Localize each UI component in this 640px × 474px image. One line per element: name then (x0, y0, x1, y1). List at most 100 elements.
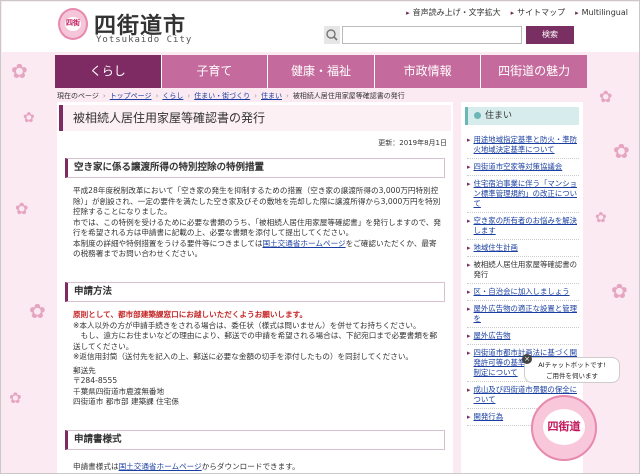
sakura-decoration-icon: ✿ (23, 110, 35, 126)
breadcrumb-separator: › (286, 92, 289, 100)
section-paragraph: 平成28年度税制改革において「空き家の発生を抑制するための措置（空き家の譲渡所得… (73, 186, 443, 260)
sidebar-item[interactable]: ▸ 屋外広告物の適正な設置と管理を (467, 301, 579, 328)
page-title-text: 被相続人居住用家屋等確認書の発行 (73, 111, 266, 125)
breadcrumb-separator: › (187, 92, 191, 100)
main-content: 被相続人居住用家屋等確認書の発行 更新：2019年8月1日 空き家に係る譲渡所得… (57, 102, 453, 473)
sidebar-item[interactable]: ▸ 屋外広告物 (467, 328, 579, 345)
paragraph-text: ※本人以外の方が申請手続きをされる場合は、委任状（様式は問いません）を併せてお持… (73, 320, 421, 330)
page-title: 被相続人居住用家屋等確認書の発行 (59, 105, 451, 131)
search-button[interactable]: 検索 (526, 26, 574, 44)
chevron-right-icon: ▸ (467, 305, 471, 313)
breadcrumb-current: 被相続人居住用家屋等確認書の発行 (292, 92, 405, 100)
sidebar-item[interactable]: ▸ 住宅宿泊事業に伴う「マンション標準管理規約」の改正について (467, 176, 579, 213)
nav-item-health[interactable]: 健康・福祉 (268, 55, 375, 88)
site-header: 四街 四街道市 Yotsukaido City ▸ 音声読み上げ・文字拡大 ▸ サイ… (2, 2, 639, 52)
sakura-decoration-icon: ✿ (11, 59, 28, 83)
search-icon (324, 26, 340, 44)
search-input[interactable] (342, 26, 522, 44)
site-subtitle: Yotsukaido City (96, 35, 193, 45)
paragraph-text: ※返信用封筒（送付先を記入の上、郵送に必要な金額の切手を添付したもの）を同封して… (73, 352, 414, 361)
breadcrumb-link[interactable]: トップページ (110, 91, 152, 101)
chevron-right-icon: ▸ (467, 244, 471, 252)
paragraph-text: 申請書様式は (73, 462, 119, 471)
breadcrumb-link[interactable]: 住まい・街づくり (194, 91, 250, 101)
mascot-text: 四街道 (543, 409, 585, 445)
utility-links: ▸ 音声読み上げ・文字拡大 ▸ サイトマップ ▸ Multilingual (406, 7, 628, 18)
chevron-right-icon: ▸ (467, 386, 471, 394)
sidebar-heading-text: 住まい (485, 111, 513, 121)
address-label: 郵送先 (73, 365, 96, 375)
sakura-decoration-icon: ✿ (613, 139, 630, 163)
breadcrumb: 現在のページ › トップページ › くらし › 住まい・街づくり › 住まい ›… (57, 90, 587, 102)
sakura-decoration-icon: ✿ (611, 279, 628, 303)
paragraph-text: 本制度の詳細や特例措置をうける要件等につきましては (73, 238, 263, 248)
sakura-decoration-icon: ✿ (595, 210, 607, 226)
close-icon[interactable]: × (522, 354, 532, 364)
sidebar-item-label: 地域住生計画 (473, 243, 518, 252)
updated-date: 更新：2019年8月1日 (378, 139, 447, 147)
chevron-right-icon: ▸ (467, 180, 471, 188)
chevron-right-icon: ▸ (467, 413, 471, 421)
nav-item-kosodate[interactable]: 子育て (161, 55, 269, 88)
breadcrumb-link[interactable]: くらし (162, 91, 183, 101)
chevron-right-icon: ▸ (467, 217, 471, 225)
paragraph-text: 申請書様式は国土交通省ホームページからダウンロードできます。 (73, 462, 443, 473)
sakura-decoration-icon: ✿ (29, 299, 46, 323)
sidebar-item-label: 屋外広告物の適正な設置と管理を (473, 304, 577, 323)
sakura-decoration-icon: ✿ (15, 199, 29, 218)
page-frame: ✿ ✿ ✿ ✿ ✿ ✿ ✿ ✿ ✿ 四街 四街道市 Yotsukaido Cit… (0, 0, 640, 474)
address-zip: 〒284-8555 (73, 376, 118, 385)
logo-mark-text: 四街 (66, 19, 80, 27)
section-heading-text: 申請書様式 (74, 434, 122, 445)
chatbot-mascot-icon[interactable]: 四街道 (531, 395, 597, 461)
city-logo-icon[interactable]: 四街 (58, 8, 88, 40)
sidebar-item-label: 住宅宿泊事業に伴う「マンション標準管理規約」の改正について (473, 179, 577, 208)
nav-item-kurashi[interactable]: くらし (55, 55, 162, 88)
sidebar-item-label: 区・自治会に加入しましょう (473, 287, 570, 296)
sidebar-item[interactable]: ▸ 区・自治会に加入しましょう (467, 284, 579, 301)
sidebar-item[interactable]: ▸ 空き家の所有者のお悩みを解決します (467, 213, 579, 240)
paragraph-text: 市では、この特例を受けるために必要な書類のうち、「被相続人居住用家屋等確認書」を… (73, 217, 441, 238)
sidebar-item-label: 用途地域指定基準と防火・準防火地域決定基準について (473, 135, 577, 154)
mlit-homepage-link[interactable]: 国土交通省ホームページ (262, 239, 345, 248)
sidebar-item-label: 被相続人居住用家屋等確認書の発行 (473, 260, 577, 279)
sidebar-item[interactable]: ▸ 地域住生計画 (467, 240, 579, 257)
paragraph-text: からダウンロードできます。 (201, 462, 300, 471)
section-paragraph: 申請書様式は国土交通省ホームページからダウンロードできます。 (73, 462, 443, 473)
chatbot-bubble-line: AIチャットボットです! (538, 361, 606, 369)
chevron-right-icon: ▸ (467, 261, 471, 269)
paragraph-text: 本制度の詳細や特例措置をうける要件等につきましては国土交通省ホームページをご確認… (73, 239, 443, 260)
global-nav: くらし 子育て 健康・福祉 市政情報 四街道の魅力 (55, 55, 587, 88)
chevron-right-icon: ▸ (467, 349, 471, 357)
toplink-speech[interactable]: ▸ 音声読み上げ・文字拡大 (406, 7, 501, 18)
toplink-label: Multilingual (581, 8, 628, 17)
paragraph-text: 平成28年度税制改革において「空き家の発生を抑制するための措置（空き家の譲渡所得… (73, 186, 441, 216)
breadcrumb-separator: › (155, 92, 159, 100)
nav-item-attraction[interactable]: 四街道の魅力 (481, 55, 587, 88)
sidebar-item-label: 開発行為 (473, 412, 504, 421)
breadcrumb-current-label: 現在のページ (57, 92, 99, 100)
toplink-label: サイトマップ (517, 8, 566, 17)
section-heading: 空き家に係る譲渡所得の特別控除の特例措置 (65, 158, 445, 178)
section-heading-text: 申請方法 (74, 286, 113, 297)
sidebar-heading: 住まい (465, 107, 579, 125)
sidebar-item-label: 屋外広告物 (473, 331, 511, 340)
section-heading: 申請書様式 (65, 430, 445, 450)
mlit-homepage-link[interactable]: 国土交通省ホームページ (119, 462, 202, 471)
sidebar-item-label: 四街道市空家等対策協議会 (473, 162, 563, 171)
nav-item-city-info[interactable]: 市政情報 (374, 55, 482, 88)
chevron-right-icon: ▸ (575, 8, 579, 17)
sidebar-item-current: ▸ 被相続人居住用家屋等確認書の発行 (467, 257, 579, 284)
sidebar-item[interactable]: ▸ 用途地域指定基準と防火・準防火地域決定基準について (467, 132, 579, 159)
chevron-right-icon: ▸ (467, 332, 471, 340)
toplink-multilingual[interactable]: ▸ Multilingual (575, 7, 628, 18)
toplink-sitemap[interactable]: ▸ サイトマップ (511, 7, 566, 18)
chatbot-bubble[interactable]: AIチャットボットです! ご用件を伺います (524, 357, 620, 383)
sidebar-item[interactable]: ▸ 四街道市空家等対策協議会 (467, 159, 579, 176)
chevron-right-icon: ▸ (467, 136, 471, 144)
section-heading: 申請方法 (65, 282, 445, 302)
breadcrumb-separator: › (254, 92, 257, 100)
breadcrumb-separator: › (102, 92, 106, 100)
chevron-right-icon: ▸ (406, 8, 410, 17)
breadcrumb-link[interactable]: 住まい (261, 91, 282, 101)
